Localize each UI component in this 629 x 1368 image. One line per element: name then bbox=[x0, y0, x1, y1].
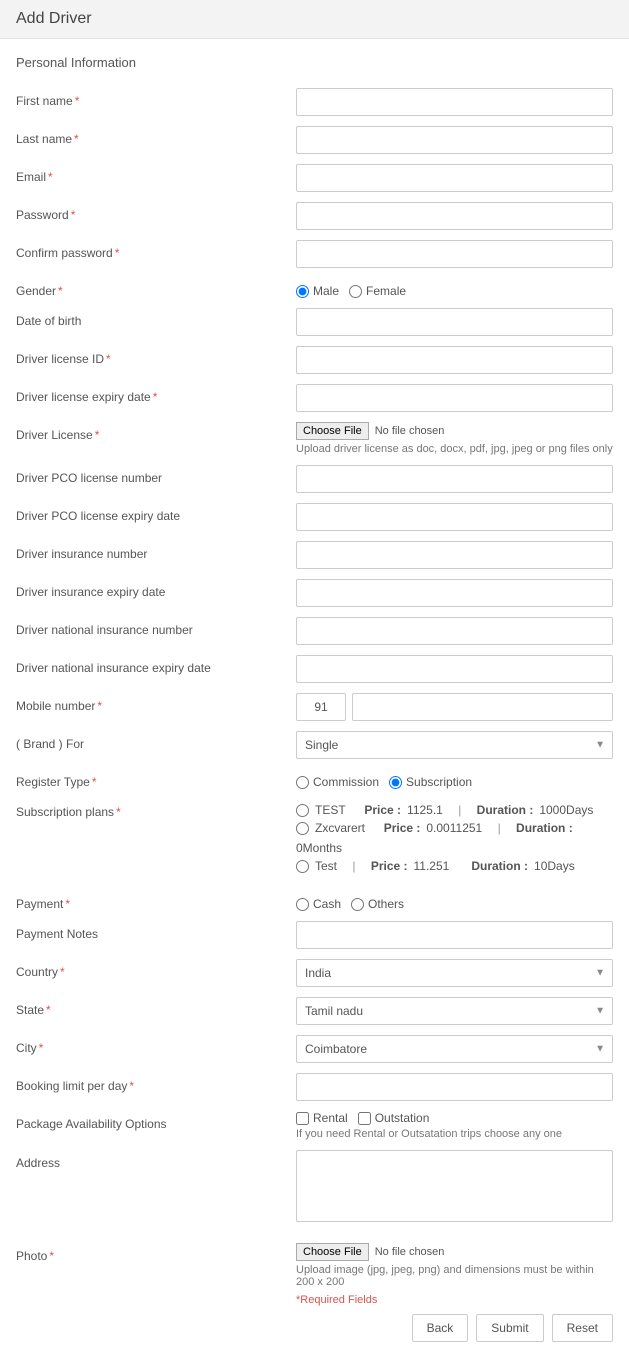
license-hint: Upload driver license as doc, docx, pdf,… bbox=[296, 443, 613, 455]
label-city: City* bbox=[16, 1035, 296, 1055]
pco-expiry-input[interactable] bbox=[296, 503, 613, 531]
plan-radio-0[interactable] bbox=[296, 804, 309, 817]
label-dob: Date of birth bbox=[16, 308, 296, 328]
label-driver-license: Driver License* bbox=[16, 422, 296, 442]
label-booking-limit: Booking limit per day* bbox=[16, 1073, 296, 1093]
gender-male-option[interactable]: Male bbox=[296, 284, 339, 298]
package-hint: If you need Rental or Outsatation trips … bbox=[296, 1128, 613, 1140]
license-expiry-input[interactable] bbox=[296, 384, 613, 412]
payment-notes-input[interactable] bbox=[296, 921, 613, 949]
label-insurance-number: Driver insurance number bbox=[16, 541, 296, 561]
gender-female-option[interactable]: Female bbox=[349, 284, 406, 298]
payment-cash-radio[interactable] bbox=[296, 898, 309, 911]
payment-cash-option[interactable]: Cash bbox=[296, 897, 341, 911]
password-input[interactable] bbox=[296, 202, 613, 230]
license-choose-file-button[interactable]: Choose File bbox=[296, 422, 369, 440]
section-title: Personal Information bbox=[16, 55, 613, 70]
plan-option[interactable]: Zxcvarert Price :0.0011251 | Duration :0… bbox=[296, 821, 613, 855]
label-password: Password* bbox=[16, 202, 296, 222]
city-select[interactable]: Coimbatore bbox=[296, 1035, 613, 1063]
photo-file-status: No file chosen bbox=[375, 1246, 445, 1258]
license-file-status: No file chosen bbox=[375, 425, 445, 437]
dob-input[interactable] bbox=[296, 308, 613, 336]
label-payment: Payment* bbox=[16, 891, 296, 911]
last-name-input[interactable] bbox=[296, 126, 613, 154]
label-pco-expiry: Driver PCO license expiry date bbox=[16, 503, 296, 523]
plan-radio-1[interactable] bbox=[296, 822, 309, 835]
label-package-availability: Package Availability Options bbox=[16, 1111, 296, 1131]
country-select[interactable]: India bbox=[296, 959, 613, 987]
confirm-password-input[interactable] bbox=[296, 240, 613, 268]
label-insurance-expiry: Driver insurance expiry date bbox=[16, 579, 296, 599]
label-address: Address bbox=[16, 1150, 296, 1170]
state-select[interactable]: Tamil nadu bbox=[296, 997, 613, 1025]
label-payment-notes: Payment Notes bbox=[16, 921, 296, 941]
plan-radio-2[interactable] bbox=[296, 860, 309, 873]
label-photo: Photo* bbox=[16, 1243, 296, 1263]
reset-button[interactable]: Reset bbox=[552, 1314, 613, 1342]
package-outstation-option[interactable]: Outstation bbox=[358, 1111, 430, 1125]
label-subscription-plans: Subscription plans* bbox=[16, 799, 296, 819]
label-email: Email* bbox=[16, 164, 296, 184]
label-mobile-number: Mobile number* bbox=[16, 693, 296, 713]
plan-option[interactable]: Test | Price :11.251 Duration :10Days bbox=[296, 859, 613, 873]
label-license-expiry: Driver license expiry date* bbox=[16, 384, 296, 404]
national-insurance-expiry-input[interactable] bbox=[296, 655, 613, 683]
submit-button[interactable]: Submit bbox=[476, 1314, 543, 1342]
insurance-expiry-input[interactable] bbox=[296, 579, 613, 607]
label-license-id: Driver license ID* bbox=[16, 346, 296, 366]
required-fields-note: *Required Fields bbox=[296, 1294, 613, 1306]
label-first-name: First name* bbox=[16, 88, 296, 108]
photo-choose-file-button[interactable]: Choose File bbox=[296, 1243, 369, 1261]
label-country: Country* bbox=[16, 959, 296, 979]
plan-option[interactable]: TEST Price :1125.1 | Duration :1000Days bbox=[296, 803, 613, 817]
package-outstation-checkbox[interactable] bbox=[358, 1112, 371, 1125]
booking-limit-input[interactable] bbox=[296, 1073, 613, 1101]
brand-for-select[interactable]: Single bbox=[296, 731, 613, 759]
label-brand-for: ( Brand ) For bbox=[16, 731, 296, 751]
gender-male-radio[interactable] bbox=[296, 285, 309, 298]
label-state: State* bbox=[16, 997, 296, 1017]
register-subscription-radio[interactable] bbox=[389, 776, 402, 789]
payment-others-option[interactable]: Others bbox=[351, 897, 404, 911]
address-textarea[interactable] bbox=[296, 1150, 613, 1222]
label-national-insurance-expiry: Driver national insurance expiry date bbox=[16, 655, 296, 675]
email-input[interactable] bbox=[296, 164, 613, 192]
form-content: Personal Information First name* Last na… bbox=[0, 39, 629, 1368]
national-insurance-number-input[interactable] bbox=[296, 617, 613, 645]
mobile-prefix-input[interactable] bbox=[296, 693, 346, 721]
package-rental-checkbox[interactable] bbox=[296, 1112, 309, 1125]
register-subscription-option[interactable]: Subscription bbox=[389, 775, 472, 789]
photo-hint: Upload image (jpg, jpeg, png) and dimens… bbox=[296, 1264, 613, 1288]
gender-female-radio[interactable] bbox=[349, 285, 362, 298]
label-confirm-password: Confirm password* bbox=[16, 240, 296, 260]
page-title: Add Driver bbox=[16, 10, 613, 28]
label-pco-number: Driver PCO license number bbox=[16, 465, 296, 485]
label-last-name: Last name* bbox=[16, 126, 296, 146]
license-id-input[interactable] bbox=[296, 346, 613, 374]
pco-number-input[interactable] bbox=[296, 465, 613, 493]
package-rental-option[interactable]: Rental bbox=[296, 1111, 348, 1125]
register-commission-option[interactable]: Commission bbox=[296, 775, 379, 789]
register-commission-radio[interactable] bbox=[296, 776, 309, 789]
first-name-input[interactable] bbox=[296, 88, 613, 116]
label-gender: Gender* bbox=[16, 278, 296, 298]
back-button[interactable]: Back bbox=[412, 1314, 469, 1342]
insurance-number-input[interactable] bbox=[296, 541, 613, 569]
label-register-type: Register Type* bbox=[16, 769, 296, 789]
page-header: Add Driver bbox=[0, 0, 629, 39]
payment-others-radio[interactable] bbox=[351, 898, 364, 911]
mobile-number-input[interactable] bbox=[352, 693, 613, 721]
label-national-insurance-number: Driver national insurance number bbox=[16, 617, 296, 637]
